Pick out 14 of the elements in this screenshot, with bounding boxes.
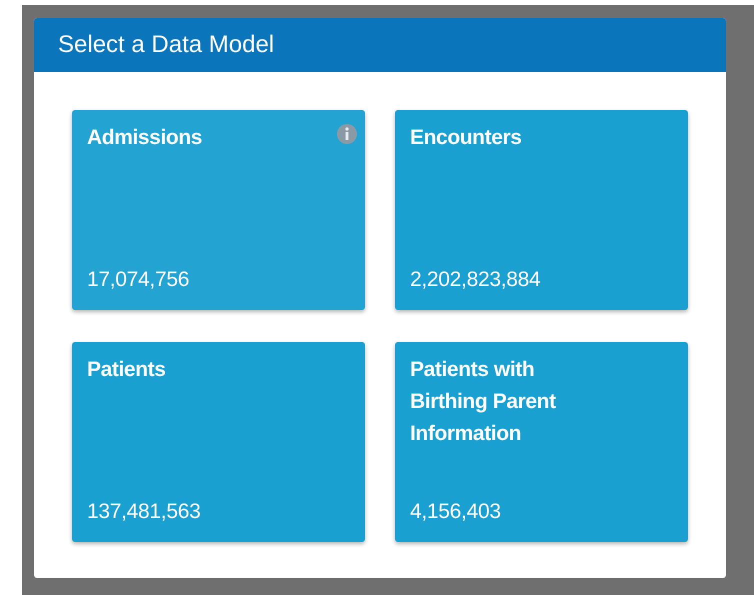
model-name: Admissions [87, 125, 202, 151]
record-count: 137,481,563 [87, 499, 202, 525]
data-model-card[interactable]: Patients 137,481,563 [72, 342, 365, 542]
dialog-title: Select a Data Model [34, 18, 726, 72]
data-model-card[interactable]: Admissions 17,074,756 [72, 110, 365, 310]
record-count: 17,074,756 [87, 267, 190, 293]
data-model-card[interactable]: Encounters 2,202,823,884 [395, 110, 688, 310]
record-count: 4,156,403 [410, 499, 502, 525]
data-model-card[interactable]: Patients with Birthing Parent Information 4,156,403 [395, 342, 688, 542]
model-name: Patients with Birthing Parent Information [410, 357, 557, 447]
info-icon[interactable] [337, 124, 357, 144]
record-count: 2,202,823,884 [410, 267, 542, 293]
model-name: Patients [87, 357, 166, 383]
model-name: Encounters [410, 125, 522, 151]
